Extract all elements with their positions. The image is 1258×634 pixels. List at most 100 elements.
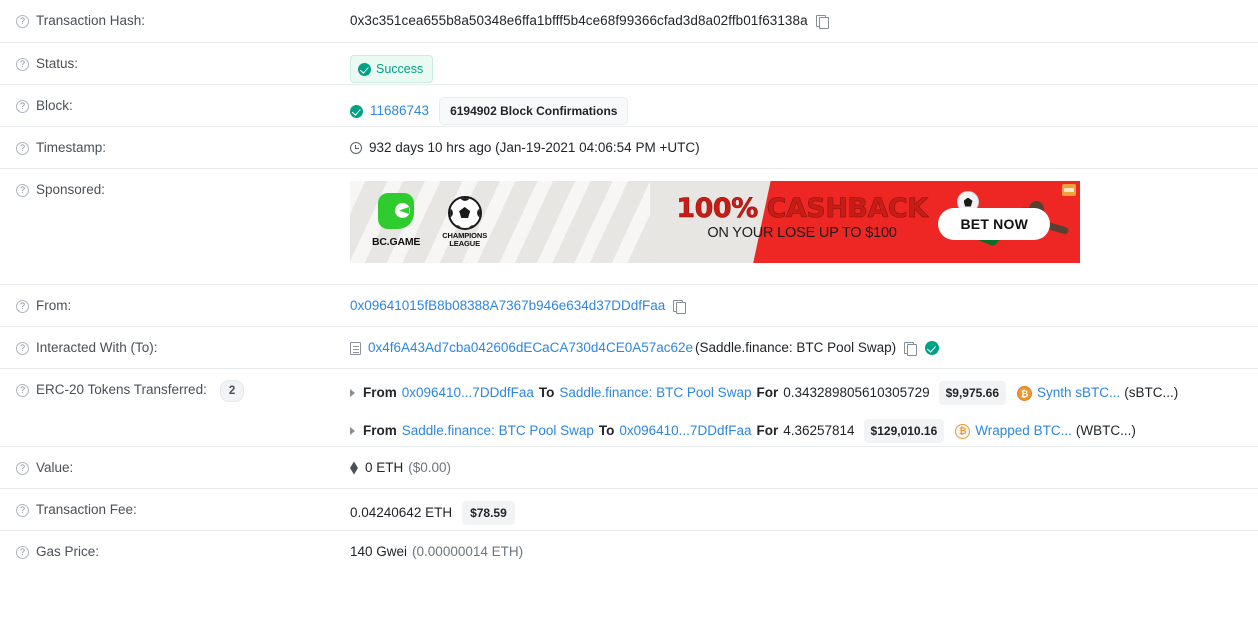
help-icon[interactable]: ?	[16, 462, 29, 475]
label-transaction-hash: ? Transaction Hash:	[16, 0, 350, 30]
transfer-to-link[interactable]: Saddle.finance: BTC Pool Swap	[559, 384, 751, 402]
row-interacted-with: ? Interacted With (To): 0x4f6A43Ad7cba04…	[0, 326, 1258, 368]
champions-league-line2: LEAGUE	[449, 239, 480, 248]
transfer-usd-badge: $129,010.16	[863, 419, 945, 443]
help-icon[interactable]: ?	[16, 100, 29, 113]
help-icon[interactable]: ?	[16, 58, 29, 71]
expand-caret-icon[interactable]	[350, 389, 355, 397]
value-amount: 0 ETH	[365, 460, 404, 475]
gas-price-amount: 140 Gwei	[350, 544, 408, 559]
from-keyword: From	[363, 385, 397, 400]
transfer-from-link[interactable]: 0x096410...7DDdfFaa	[402, 384, 534, 402]
help-icon[interactable]: ?	[16, 15, 29, 28]
label-text: Gas Price:	[36, 544, 100, 559]
value-erc20-transfers: From 0x096410...7DDdfFaa To Saddle.finan…	[350, 369, 1242, 443]
label-text: Timestamp:	[36, 140, 107, 155]
help-icon[interactable]: ?	[16, 342, 29, 355]
value-transaction-hash: 0x3c351cea655b8a50348e6ffa1bfff5b4ce68f9…	[350, 0, 1242, 30]
block-number-link[interactable]: 11686743	[370, 102, 429, 120]
ad-copy: 100% CASHBACK ON YOUR LOSE UP TO $100	[662, 194, 942, 243]
label-text: Block:	[36, 98, 73, 113]
ad-subheadline: ON YOUR LOSE UP TO $100	[707, 225, 897, 241]
label-text: Interacted With (To):	[36, 340, 158, 355]
row-transaction-hash: ? Transaction Hash: 0x3c351cea655b8a5034…	[0, 0, 1258, 42]
champions-league-logo: CHAMPIONS LEAGUE	[442, 195, 487, 249]
ad-close-icon[interactable]	[1062, 184, 1076, 196]
row-status: ? Status: Success	[0, 42, 1258, 84]
label-erc20-transfers: ? ERC-20 Tokens Transferred: 2	[16, 369, 350, 402]
value-from: 0x09641015fB8b08388A7367b946e634d37DDdfF…	[350, 285, 1242, 315]
for-keyword: For	[756, 423, 779, 438]
help-icon[interactable]: ?	[16, 384, 29, 397]
transfer-token-symbol: (WBTC...)	[1075, 423, 1136, 438]
transfer-token-symbol: (sBTC...)	[1124, 385, 1179, 400]
for-keyword: For	[756, 385, 779, 400]
label-transaction-fee: ? Transaction Fee:	[16, 489, 350, 519]
help-icon[interactable]: ?	[16, 504, 29, 517]
help-icon[interactable]: ?	[16, 546, 29, 559]
to-address-link[interactable]: 0x4f6A43Ad7cba042606dECaCA730d4CE0A57ac6…	[368, 339, 693, 357]
value-block: 11686743 6194902 Block Confirmations	[350, 85, 1242, 125]
copy-icon[interactable]	[904, 341, 918, 356]
ethereum-icon	[350, 461, 358, 475]
verified-contract-icon	[925, 341, 940, 355]
label-status: ? Status:	[16, 43, 350, 73]
help-icon[interactable]: ?	[16, 142, 29, 155]
label-sponsored: ? Sponsored:	[16, 169, 350, 199]
soccer-ball-icon	[447, 195, 482, 230]
ad-right-panel: 100% CASHBACK ON YOUR LOSE UP TO $100 BE…	[650, 181, 1080, 263]
row-sponsored: ? Sponsored: BC.GAME CHAMPIONS LEAGUE 10…	[0, 168, 1258, 284]
label-interacted-with: ? Interacted With (To):	[16, 327, 350, 357]
label-timestamp: ? Timestamp:	[16, 127, 350, 157]
value-status: Success	[350, 43, 1242, 83]
transfer-token-link[interactable]: Synth sBTC...	[1037, 384, 1120, 402]
block-verified-icon	[350, 104, 363, 118]
help-icon[interactable]: ?	[16, 300, 29, 313]
bc-game-mark-icon	[378, 193, 415, 229]
bet-now-button[interactable]: BET NOW	[938, 208, 1050, 240]
transfer-usd-badge: $9,975.66	[938, 381, 1007, 405]
block-confirmations-badge: 6194902 Block Confirmations	[439, 97, 629, 125]
ad-left-panel: BC.GAME CHAMPIONS LEAGUE	[350, 181, 650, 263]
fee-usd-badge: $78.59	[462, 501, 515, 525]
transfer-amount: 4.36257814	[783, 423, 855, 438]
copy-icon[interactable]	[673, 299, 687, 314]
label-text: Status:	[36, 56, 79, 71]
label-from: ? From:	[16, 285, 350, 315]
value-gas-price: 140 Gwei (0.00000014 ETH)	[350, 531, 1242, 561]
contract-document-icon	[350, 341, 361, 355]
sponsored-ad-banner[interactable]: BC.GAME CHAMPIONS LEAGUE 100% CASHBACK O…	[350, 181, 1080, 263]
from-address-link[interactable]: 0x09641015fB8b08388A7367b946e634d37DDdfF…	[350, 297, 665, 315]
transfer-to-link[interactable]: 0x096410...7DDdfFaa	[619, 422, 751, 440]
transfer-amount: 0.343289805610305729	[783, 385, 930, 400]
transfer-token-link[interactable]: Wrapped BTC...	[975, 422, 1072, 440]
copy-icon[interactable]	[815, 14, 829, 29]
label-gas-price: ? Gas Price:	[16, 531, 350, 561]
row-transaction-fee: ? Transaction Fee: 0.04240642 ETH $78.59	[0, 488, 1258, 530]
sbtc-token-icon: ₿	[1017, 385, 1033, 401]
value-sponsored: BC.GAME CHAMPIONS LEAGUE 100% CASHBACK O…	[350, 169, 1242, 263]
help-icon[interactable]: ?	[16, 184, 29, 197]
row-gas-price: ? Gas Price: 140 Gwei (0.00000014 ETH)	[0, 530, 1258, 572]
check-circle-icon	[358, 62, 371, 76]
bc-game-brand-text: BC.GAME	[372, 236, 421, 248]
transfer-row: From Saddle.finance: BTC Pool Swap To 0x…	[350, 419, 1242, 443]
label-text: Sponsored:	[36, 182, 106, 197]
row-value: ? Value: 0 ETH ($0.00)	[0, 446, 1258, 488]
label-text: Transaction Hash:	[36, 13, 146, 28]
clock-icon	[350, 142, 362, 154]
status-badge: Success	[350, 55, 434, 83]
row-block: ? Block: 11686743 6194902 Block Confirma…	[0, 84, 1258, 126]
row-from: ? From: 0x09641015fB8b08388A7367b946e634…	[0, 284, 1258, 326]
expand-caret-icon[interactable]	[350, 427, 355, 435]
bc-game-logo: BC.GAME	[372, 193, 420, 251]
transfer-list: From 0x096410...7DDdfFaa To Saddle.finan…	[350, 381, 1242, 443]
transaction-hash-value: 0x3c351cea655b8a50348e6ffa1bfff5b4ce68f9…	[350, 13, 808, 28]
value-eth-value: 0 ETH ($0.00)	[350, 447, 1242, 477]
row-timestamp: ? Timestamp: 932 days 10 hrs ago (Jan-19…	[0, 126, 1258, 168]
transaction-details-page: ? Transaction Hash: 0x3c351cea655b8a5034…	[0, 0, 1258, 634]
transfer-from-link[interactable]: Saddle.finance: BTC Pool Swap	[402, 422, 594, 440]
label-value: ? Value:	[16, 447, 350, 477]
erc20-count-badge: 2	[219, 380, 245, 402]
to-keyword: To	[538, 385, 555, 400]
